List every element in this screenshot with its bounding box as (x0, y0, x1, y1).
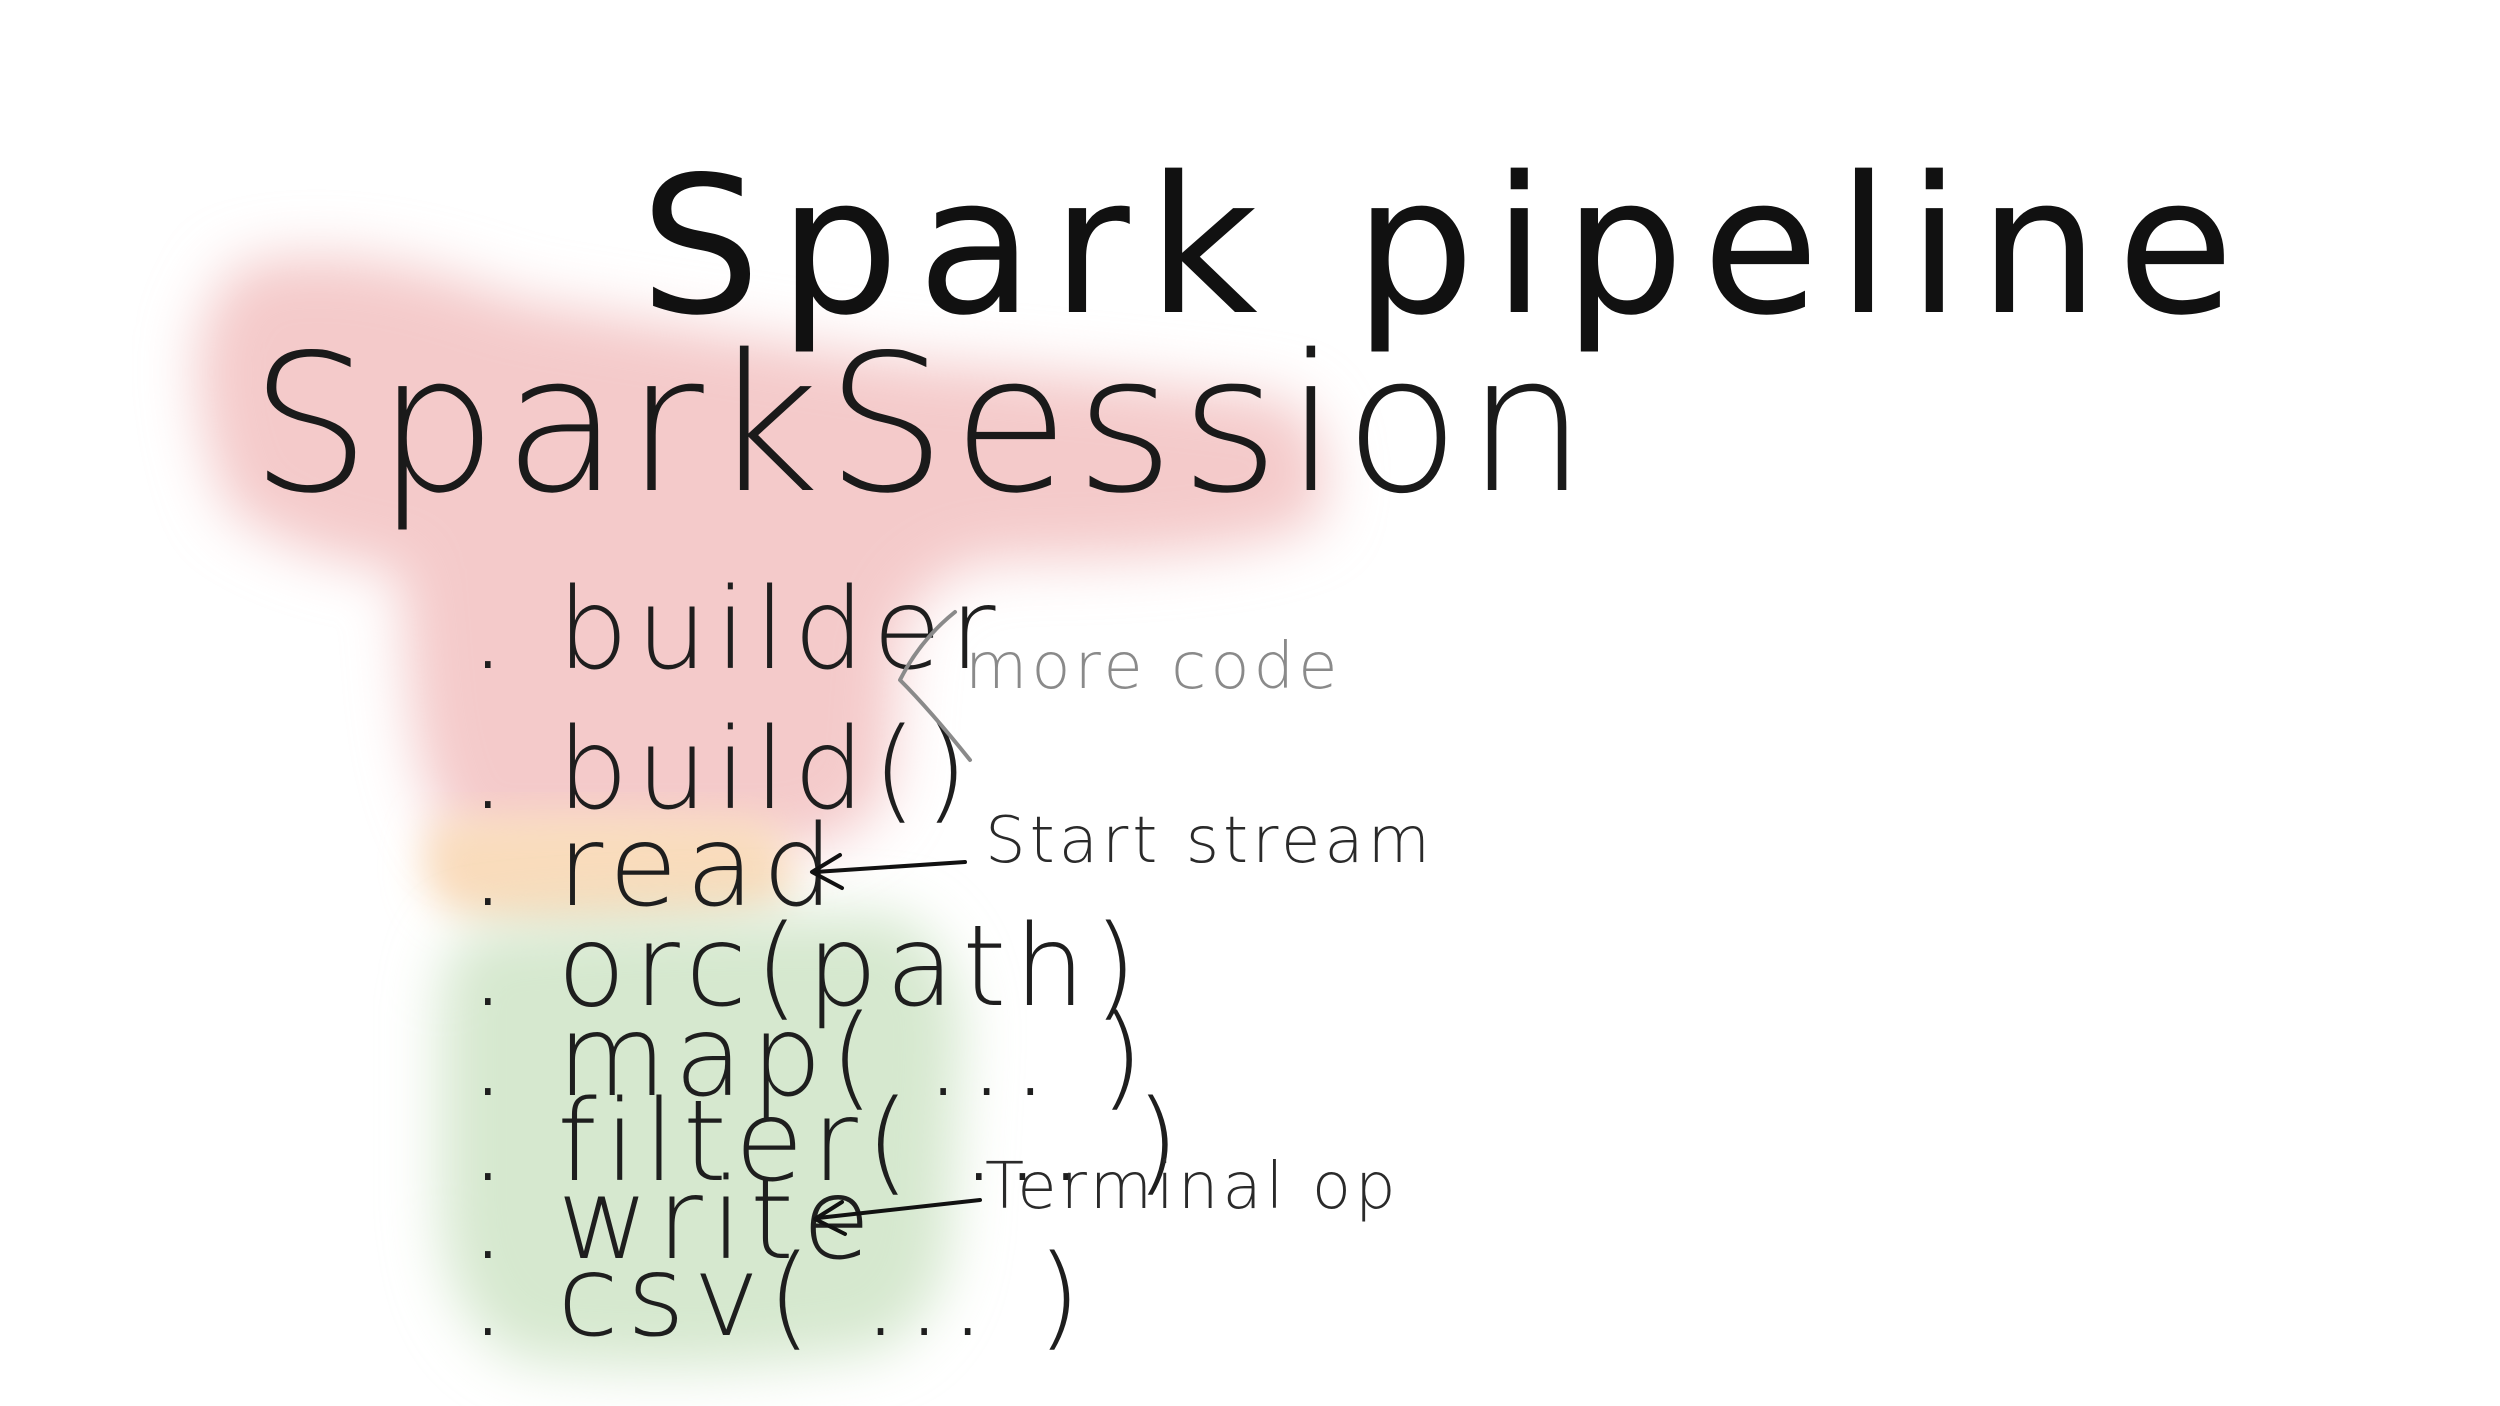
whiteboard-canvas: Spark pipeline SparkSession . builder . … (0, 0, 2500, 1406)
diagram-svg: Spark pipeline SparkSession . builder . … (198, 136, 2234, 1368)
code-line-builder: . builder (470, 565, 1004, 695)
code-line-csv: . csv( ... ) (470, 1232, 1089, 1362)
terminal-op-label: Terminal op (985, 1150, 1400, 1224)
more-code-label: more code (965, 630, 1341, 704)
start-stream-label: Start stream (985, 804, 1434, 878)
spark-session-label: SparkSession (250, 314, 1593, 535)
